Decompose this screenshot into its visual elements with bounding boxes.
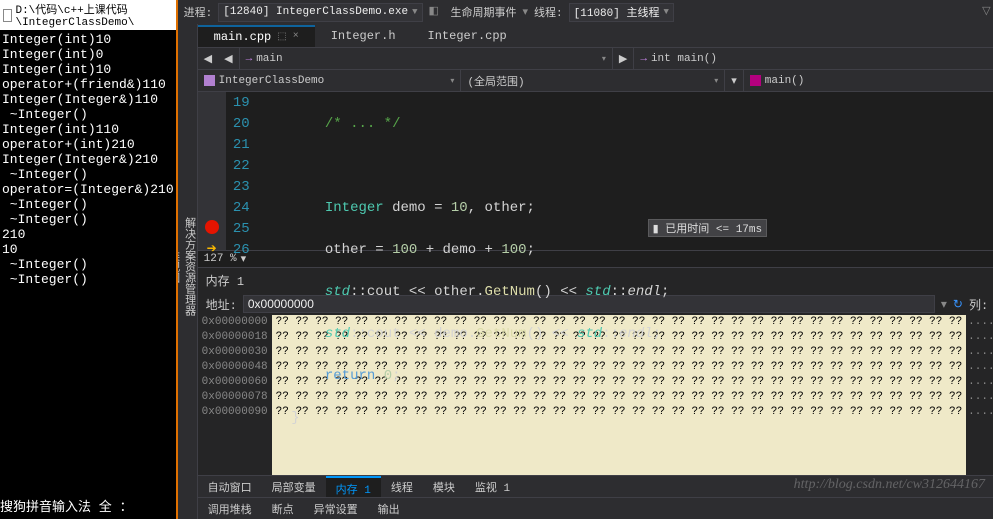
function-combo[interactable]: → int main()	[634, 48, 993, 69]
navigation-bar-2: IntegerClassDemo ▾ (全局范围) ▾ ▾ main() ▾ +	[198, 70, 993, 92]
solution-explorer-tab[interactable]: 解决方案资源管理器	[181, 28, 197, 505]
ime-status: 搜狗拼音输入法 全 ：	[0, 496, 133, 515]
code-area[interactable]: /* ... */ Integer demo = 10, other; othe…	[258, 92, 993, 250]
ide-pane: 进程: [12840] IntegerClassDemo.exe ▼ ◧ 生命周…	[178, 0, 993, 519]
process-combo[interactable]: [12840] IntegerClassDemo.exe ▼	[218, 3, 422, 22]
tab-output[interactable]: 输出	[368, 498, 410, 519]
thread-label: 线程:	[534, 4, 563, 20]
line-numbers: 1920212223242526	[226, 92, 258, 250]
project-combo[interactable]: IntegerClassDemo ▾	[198, 70, 462, 91]
tab-main-cpp[interactable]: main.cpp ⬚ ×	[198, 25, 315, 47]
nav-leftarrows[interactable]: ◀	[198, 48, 218, 69]
debug-toolbar: 进程: [12840] IntegerClassDemo.exe ▼ ◧ 生命周…	[178, 0, 993, 24]
tab-integer-cpp[interactable]: Integer.cpp	[412, 26, 523, 46]
tab-callstack[interactable]: 调用堆栈	[198, 498, 262, 519]
side-toolbox[interactable]: 解决方案资源管理器 类视图	[178, 24, 198, 519]
address-label: 地址:	[206, 296, 237, 313]
tab-label: main.cpp	[214, 30, 272, 44]
stackframe-nav-icon[interactable]: ▽	[982, 4, 993, 20]
tab-breakpoints[interactable]: 断点	[262, 498, 304, 519]
chevron-down-icon: ▼	[412, 7, 417, 17]
code-editor[interactable]: ➔ 1920212223242526 /* ... */ Integer dem…	[198, 92, 993, 250]
project-icon	[204, 75, 215, 86]
editor-tabstrip: main.cpp ⬚ × Integer.h Integer.cpp ▾	[198, 24, 993, 48]
global-scope-combo[interactable]: (全局范围) ▾	[461, 70, 725, 91]
nav-hist2[interactable]: ▾	[725, 70, 744, 91]
scope-combo[interactable]: → main ▾	[240, 48, 613, 69]
method-icon	[750, 75, 761, 86]
current-line-icon: ➔	[198, 241, 226, 262]
pin-icon[interactable]: ⬚	[277, 31, 286, 43]
member-combo[interactable]: main() ▾	[744, 70, 993, 91]
console-title-text: D:\代码\c++上课代码\IntegerClassDemo\	[15, 1, 172, 29]
process-label: 进程:	[184, 4, 213, 20]
console-output: Integer(int)10 Integer(int)0 Integer(int…	[0, 30, 176, 289]
tab-exceptions[interactable]: 异常设置	[304, 498, 368, 519]
console-window: D:\代码\c++上课代码\IntegerClassDemo\ Integer(…	[0, 0, 178, 519]
bottom-tabstrip-2: 调用堆栈 断点 异常设置 输出	[198, 497, 993, 519]
breakpoint-icon[interactable]	[205, 220, 219, 234]
lifecycle-icon[interactable]: ◧	[429, 4, 445, 20]
chevron-down-icon: ▼	[663, 7, 668, 17]
nav-fwd[interactable]: ▶	[613, 48, 634, 69]
elapsed-tooltip: ▮ 已用时间 <= 17ms	[648, 219, 767, 237]
tab-autos[interactable]: 自动窗口	[198, 476, 262, 497]
tab-integer-h[interactable]: Integer.h	[315, 26, 412, 46]
navigation-bar-1: ◀ ◀ → main ▾ ▶ → int main() ▾	[198, 48, 993, 70]
thread-combo[interactable]: [11080] 主线程 ▼	[569, 3, 674, 22]
console-app-icon	[3, 9, 12, 22]
breakpoint-gutter[interactable]: ➔	[198, 92, 226, 250]
close-icon[interactable]: ×	[293, 31, 299, 42]
console-titlebar[interactable]: D:\代码\c++上课代码\IntegerClassDemo\	[0, 0, 176, 30]
nav-leftarrows2[interactable]: ◀	[218, 48, 239, 69]
lifecycle-label: 生命周期事件	[451, 4, 517, 20]
